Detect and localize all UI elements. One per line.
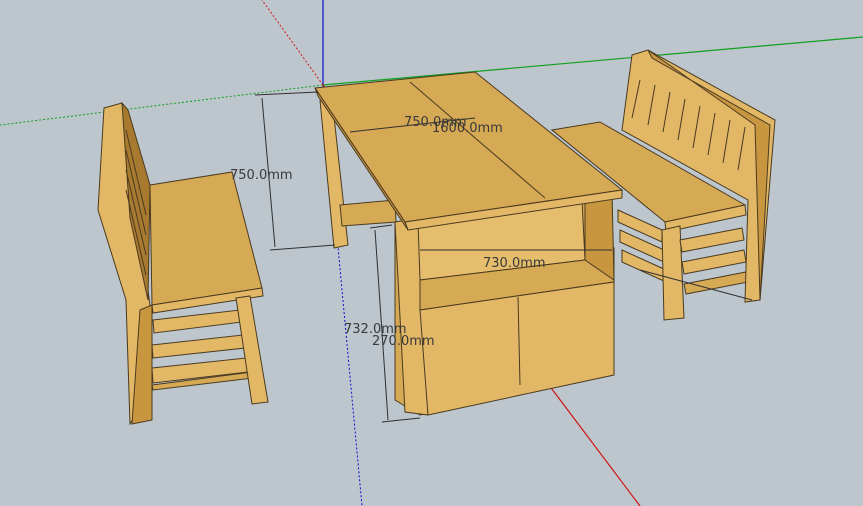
dimension-cabinet-width: 730.0mm	[483, 256, 546, 271]
dimension-table-length: 1600.0mm	[432, 121, 503, 136]
modeling-viewport[interactable]: 750.0mm 1600.0mm 750.0mm 730.0mm 732.0mm…	[0, 0, 863, 506]
scene-canvas[interactable]	[0, 0, 863, 506]
bench-left-model-icon[interactable]	[97, 101, 269, 426]
dimension-table-height: 750.0mm	[230, 168, 293, 183]
dimension-door-height: 270.0mm	[372, 334, 435, 349]
